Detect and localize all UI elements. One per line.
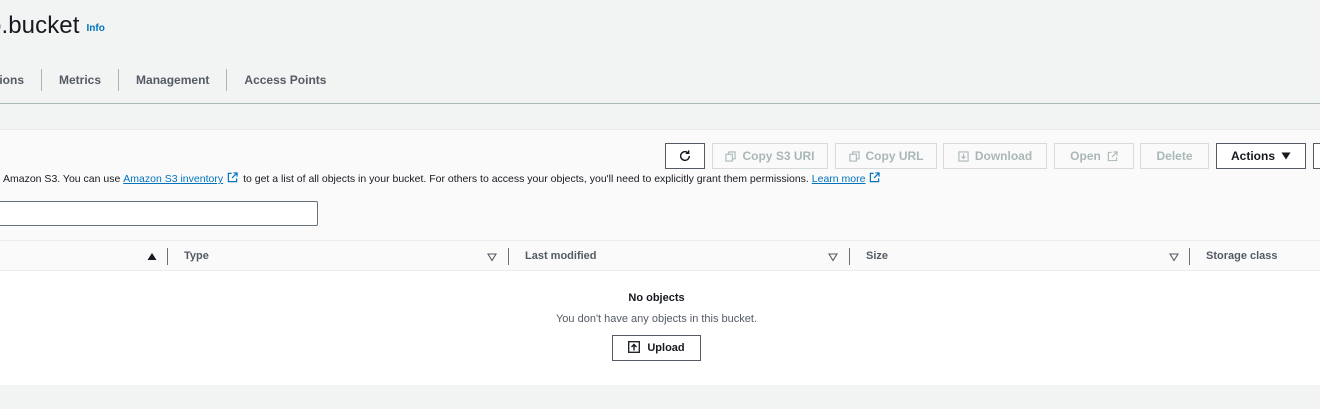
open-button[interactable]: Open: [1054, 143, 1134, 169]
sort-descending-icon[interactable]: [828, 250, 838, 262]
copy-s3-uri-button[interactable]: Copy S3 URI: [712, 143, 828, 169]
create-folder-button[interactable]: [1313, 143, 1320, 169]
tab-management[interactable]: Management: [118, 69, 226, 91]
download-button[interactable]: Download: [943, 143, 1047, 169]
copy-url-button[interactable]: Copy URL: [835, 143, 937, 169]
external-link-icon: [227, 172, 238, 186]
info-link[interactable]: Info: [87, 23, 105, 34]
tab-access-points[interactable]: Access Points: [226, 69, 343, 91]
delete-button[interactable]: Delete: [1140, 143, 1209, 169]
upload-icon: [628, 340, 641, 356]
tabs-divider: [0, 103, 1320, 104]
description-middle: to get a list of all objects in your buc…: [243, 173, 809, 185]
delete-label: Delete: [1156, 149, 1193, 163]
actions-dropdown[interactable]: Actions: [1216, 143, 1306, 169]
table-header: Type Last modified Size Storage class: [0, 240, 1320, 271]
copy-s3-uri-label: Copy S3 URI: [742, 149, 815, 163]
tab-bar: ssions Metrics Management Access Points: [0, 64, 343, 96]
page-title: o.bucket: [0, 12, 80, 39]
caret-down-icon: [1281, 152, 1291, 160]
download-label: Download: [974, 149, 1033, 163]
sort-descending-icon[interactable]: [1169, 250, 1179, 262]
upload-label: Upload: [647, 342, 685, 354]
actions-label: Actions: [1230, 149, 1275, 163]
external-link-icon: [869, 172, 881, 186]
refresh-icon: [678, 149, 692, 163]
empty-state-title: No objects: [628, 292, 685, 304]
bucket-title-row: o.bucket Info: [0, 12, 105, 40]
table-body: No objects You don't have any objects in…: [0, 271, 1320, 385]
description-prefix: Amazon S3. You can use: [3, 173, 121, 185]
open-label: Open: [1070, 149, 1101, 163]
empty-state-message: You don't have any objects in this bucke…: [555, 313, 758, 325]
tab-permissions[interactable]: ssions: [0, 69, 41, 91]
column-divider: [1189, 248, 1190, 265]
copy-icon: [725, 150, 737, 162]
column-header-type[interactable]: Type: [184, 241, 209, 272]
upload-button[interactable]: Upload: [612, 335, 701, 361]
column-header-storage-class[interactable]: Storage class: [1206, 241, 1278, 272]
sort-descending-icon[interactable]: [487, 250, 497, 262]
sort-ascending-icon[interactable]: [147, 250, 157, 262]
download-icon: [958, 150, 969, 162]
bucket-description: Amazon S3. You can use Amazon S3 invento…: [3, 172, 885, 186]
refresh-button[interactable]: [665, 143, 705, 169]
column-divider: [508, 248, 509, 265]
column-header-last-modified[interactable]: Last modified: [525, 241, 597, 272]
column-divider: [167, 248, 168, 265]
search-input[interactable]: [0, 201, 318, 226]
column-header-size[interactable]: Size: [866, 241, 888, 272]
learn-more-link[interactable]: Learn more: [812, 173, 866, 185]
column-divider: [849, 248, 850, 265]
copy-icon: [848, 150, 860, 162]
objects-panel: Copy S3 URI Copy URL Download Open Delet…: [0, 129, 1320, 385]
copy-url-label: Copy URL: [865, 149, 924, 163]
external-link-icon: [1107, 150, 1118, 162]
tab-metrics[interactable]: Metrics: [41, 69, 118, 91]
inventory-link[interactable]: Amazon S3 inventory: [123, 173, 223, 185]
